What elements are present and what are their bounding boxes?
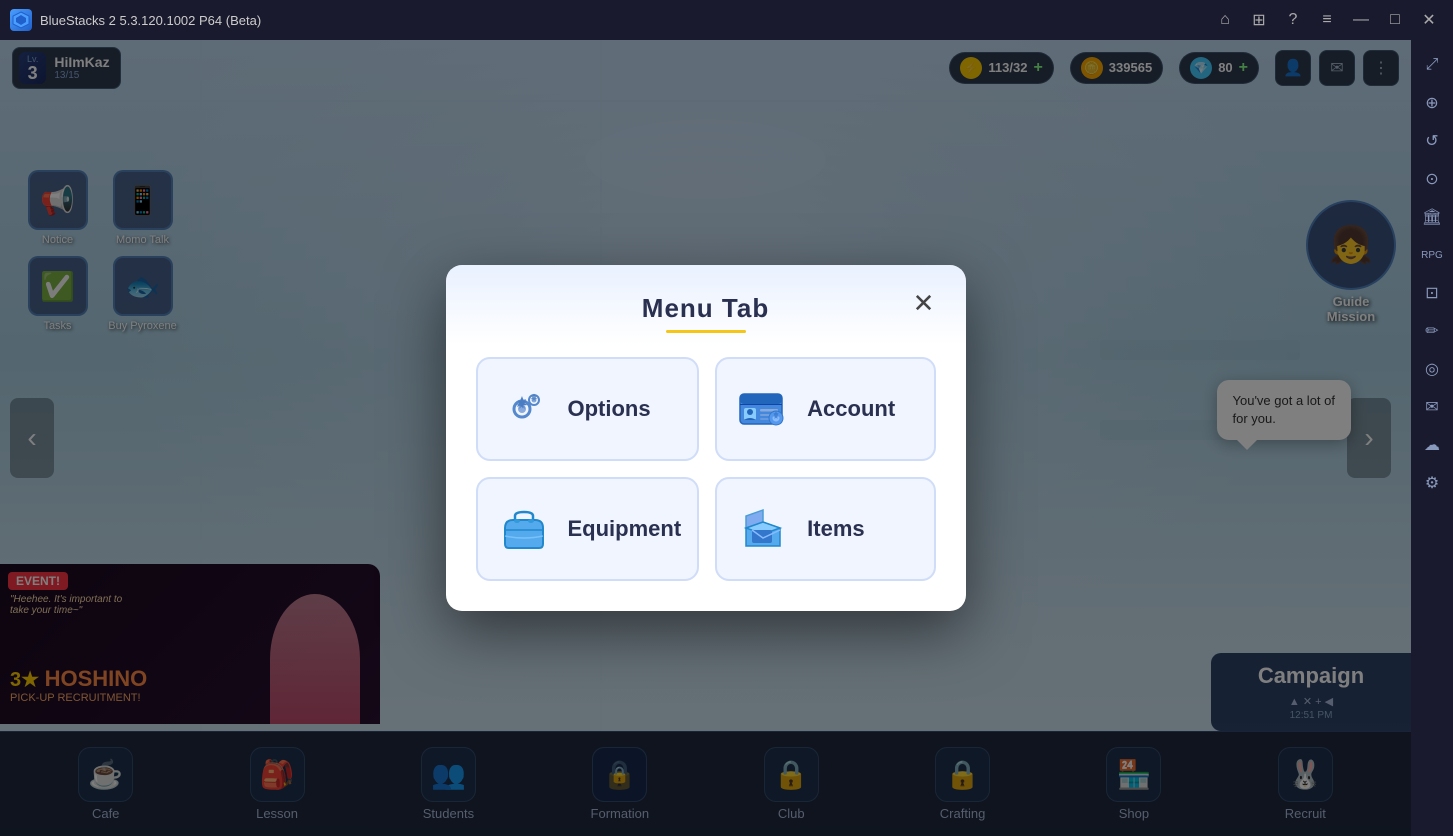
items-card[interactable]: Items bbox=[715, 477, 935, 581]
titlebar-multi-btn[interactable]: ⊞ bbox=[1245, 6, 1273, 34]
sidebar-layout-icon[interactable]: ⊡ bbox=[1415, 276, 1449, 310]
equipment-label: Equipment bbox=[568, 516, 682, 542]
titlebar-maximize-btn[interactable]: □ bbox=[1381, 6, 1409, 34]
sidebar-search-icon[interactable]: ⊙ bbox=[1415, 162, 1449, 196]
equipment-icon bbox=[494, 499, 554, 559]
sidebar-mail-icon[interactable]: ✉ bbox=[1415, 390, 1449, 424]
titlebar-controls: ⌂ ⊞ ? ≡ — □ ✕ bbox=[1211, 6, 1443, 34]
titlebar-help-btn[interactable]: ? bbox=[1279, 6, 1307, 34]
sidebar-cloud-icon[interactable]: ☁ bbox=[1415, 428, 1449, 462]
items-icon bbox=[733, 499, 793, 559]
modal-grid: Options bbox=[476, 357, 936, 581]
game-area: Lv. 3 HiImKaz 13/15 ⚡ 113/32 + 🪙 339565 … bbox=[0, 40, 1411, 836]
right-sidebar: ⤢ ⊕ ↺ ⊙ 🏛 RPG ⊡ ✏ ◎ ✉ ☁ ⚙ bbox=[1411, 40, 1453, 836]
titlebar-home-btn[interactable]: ⌂ bbox=[1211, 6, 1239, 34]
equipment-card[interactable]: Equipment bbox=[476, 477, 700, 581]
titlebar: BlueStacks 2 5.3.120.1002 P64 (Beta) ⌂ ⊞… bbox=[0, 0, 1453, 40]
modal-close-btn[interactable]: ✕ bbox=[906, 285, 942, 321]
sidebar-add-icon[interactable]: ⊕ bbox=[1415, 86, 1449, 120]
modal-title: Menu Tab bbox=[476, 293, 936, 324]
options-icon bbox=[494, 379, 554, 439]
titlebar-menu-btn[interactable]: ≡ bbox=[1313, 6, 1341, 34]
modal-overlay[interactable]: Menu Tab ✕ bbox=[0, 40, 1411, 836]
bluestacks-logo bbox=[10, 9, 32, 31]
account-icon bbox=[733, 379, 793, 439]
modal-title-underline bbox=[666, 330, 746, 333]
sidebar-edit-icon[interactable]: ✏ bbox=[1415, 314, 1449, 348]
sidebar-circle-icon[interactable]: ◎ bbox=[1415, 352, 1449, 386]
options-label: Options bbox=[568, 396, 651, 422]
titlebar-title: BlueStacks 2 5.3.120.1002 P64 (Beta) bbox=[40, 13, 1203, 28]
account-card[interactable]: Account bbox=[715, 357, 935, 461]
modal-header: Menu Tab ✕ bbox=[476, 293, 936, 333]
sidebar-rpg-icon[interactable]: RPG bbox=[1415, 238, 1449, 272]
sidebar-expand-icon[interactable]: ⤢ bbox=[1415, 48, 1449, 82]
sidebar-gear-icon[interactable]: ⚙ bbox=[1415, 466, 1449, 500]
account-label: Account bbox=[807, 396, 895, 422]
titlebar-close-btn[interactable]: ✕ bbox=[1415, 6, 1443, 34]
menu-tab-modal: Menu Tab ✕ bbox=[446, 265, 966, 611]
items-label: Items bbox=[807, 516, 864, 542]
sidebar-building-icon[interactable]: 🏛 bbox=[1415, 200, 1449, 234]
options-card[interactable]: Options bbox=[476, 357, 700, 461]
sidebar-refresh-icon[interactable]: ↺ bbox=[1415, 124, 1449, 158]
titlebar-minimize-btn[interactable]: — bbox=[1347, 6, 1375, 34]
